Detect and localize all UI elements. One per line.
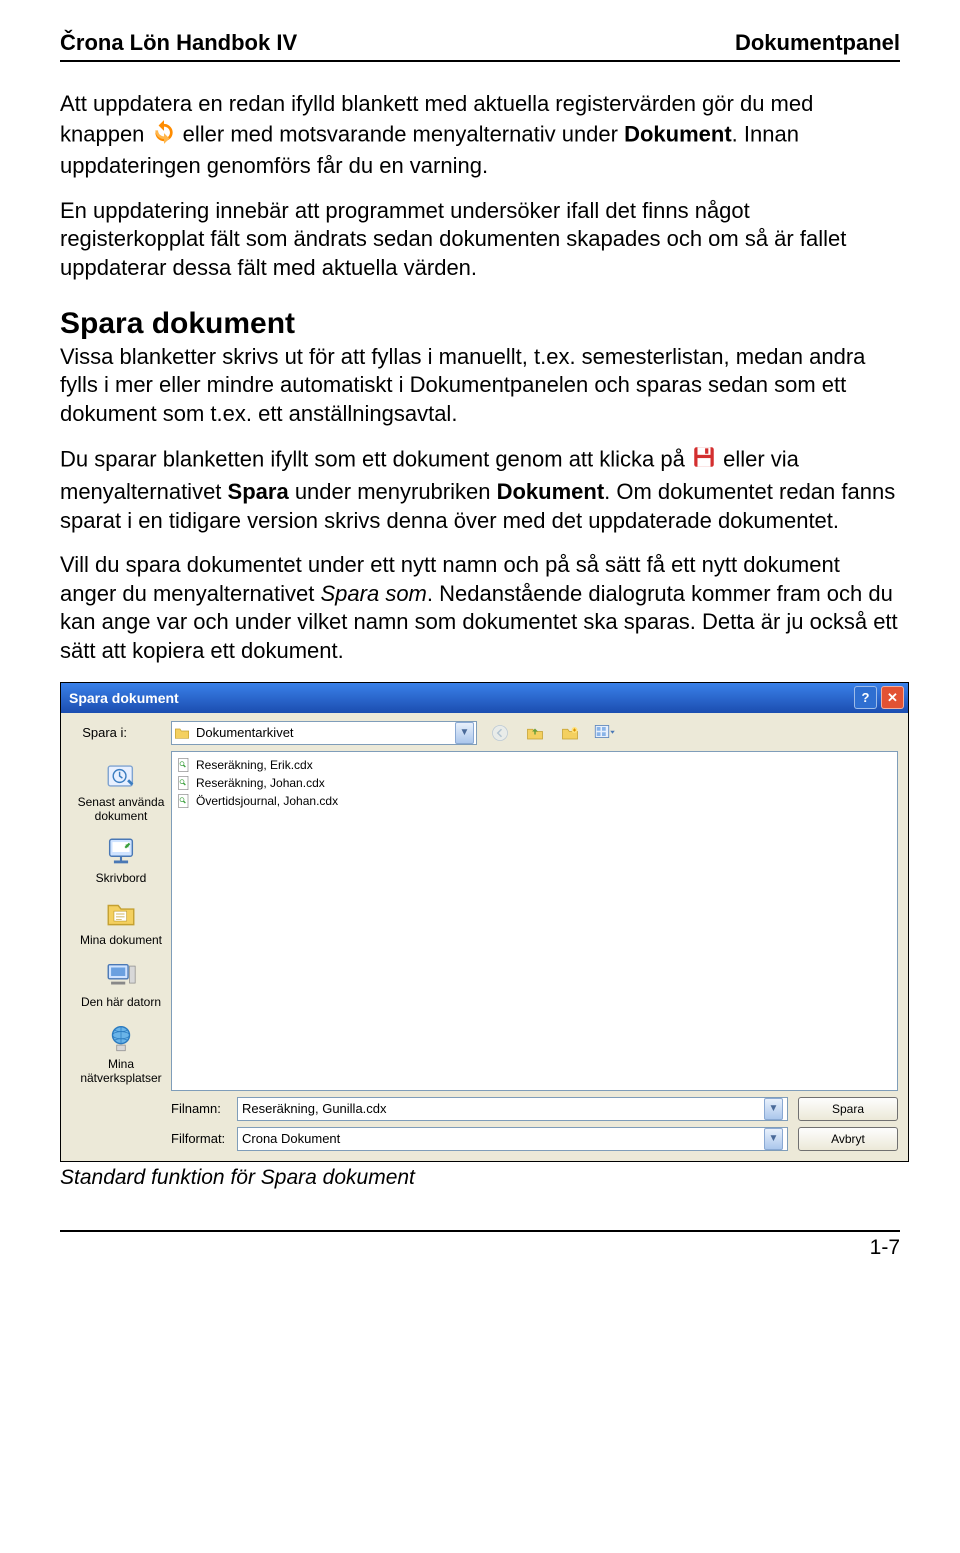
chevron-down-icon[interactable]: ▼ <box>764 1128 783 1150</box>
page-number: 1-7 <box>870 1236 900 1260</box>
dialog-title: Spara dokument <box>69 690 179 706</box>
folder-icon <box>174 725 190 741</box>
refresh-icon <box>151 119 177 153</box>
format-dropdown[interactable]: Crona Dokument ▼ <box>237 1127 788 1151</box>
back-button[interactable] <box>487 721 512 745</box>
chevron-down-icon[interactable]: ▼ <box>455 722 474 744</box>
page-footer: 1-7 <box>60 1230 900 1260</box>
save-icon <box>691 444 717 478</box>
sidebar-label: Mina nätverksplatser <box>71 1057 171 1085</box>
sidebar-item-computer[interactable]: Den här datorn <box>71 957 171 1015</box>
filename-input[interactable]: Reseräkning, Gunilla.cdx ▼ <box>237 1097 788 1121</box>
format-value: Crona Dokument <box>242 1131 764 1146</box>
sidebar-label: Mina dokument <box>80 933 162 947</box>
sidebar-label: Den här datorn <box>81 995 161 1009</box>
sidebar-label: Skrivbord <box>96 871 147 885</box>
paragraph-3: Vissa blanketter skrivs ut för att fylla… <box>60 343 900 429</box>
save-button[interactable]: Spara <box>798 1097 898 1121</box>
sidebar-item-network[interactable]: Mina nätverksplatser <box>71 1019 171 1091</box>
sidebar-item-recent[interactable]: Senast använda dokument <box>71 757 171 829</box>
sidebar-label: Senast använda dokument <box>71 795 171 823</box>
filename-label: Filnamn: <box>171 1101 231 1116</box>
file-list[interactable]: Reseräkning, Erik.cdx Reseräkning, Johan… <box>171 751 898 1091</box>
savein-value: Dokumentarkivet <box>196 725 455 740</box>
heading-spara-dokument: Spara dokument <box>60 307 900 341</box>
figure-caption: Standard funktion för Spara dokument <box>60 1166 900 1190</box>
new-folder-button[interactable] <box>557 721 582 745</box>
places-sidebar: Senast använda dokument Skrivbord Mina d… <box>71 751 171 1151</box>
header-left: Črona Lön Handbok IV <box>60 30 297 56</box>
header-right: Dokumentpanel <box>735 30 900 56</box>
file-name: Reseräkning, Erik.cdx <box>196 758 313 772</box>
file-item[interactable]: Reseräkning, Erik.cdx <box>176 756 893 774</box>
paragraph-1: Att uppdatera en redan ifylld blankett m… <box>60 90 900 181</box>
sidebar-item-desktop[interactable]: Skrivbord <box>71 833 171 891</box>
file-name: Reseräkning, Johan.cdx <box>196 776 325 790</box>
close-button[interactable]: ✕ <box>881 686 904 709</box>
file-name: Övertidsjournal, Johan.cdx <box>196 794 338 808</box>
up-folder-button[interactable] <box>522 721 547 745</box>
file-item[interactable]: Övertidsjournal, Johan.cdx <box>176 792 893 810</box>
paragraph-4: Du sparar blanketten ifyllt som ett doku… <box>60 444 900 535</box>
filename-value: Reseräkning, Gunilla.cdx <box>242 1101 764 1116</box>
savein-dropdown[interactable]: Dokumentarkivet ▼ <box>171 721 477 745</box>
dialog-titlebar: Spara dokument ? ✕ <box>61 683 908 713</box>
help-button[interactable]: ? <box>854 686 877 709</box>
paragraph-5: Vill du spara dokumentet under ett nytt … <box>60 551 900 665</box>
cancel-button[interactable]: Avbryt <box>798 1127 898 1151</box>
file-item[interactable]: Reseräkning, Johan.cdx <box>176 774 893 792</box>
page-header: Črona Lön Handbok IV Dokumentpanel <box>60 30 900 62</box>
save-dialog: Spara dokument ? ✕ Spara i: Dokumentarki… <box>60 682 909 1162</box>
view-menu-button[interactable] <box>592 721 617 745</box>
sidebar-item-documents[interactable]: Mina dokument <box>71 895 171 953</box>
format-label: Filformat: <box>171 1131 231 1146</box>
chevron-down-icon[interactable]: ▼ <box>764 1098 783 1120</box>
savein-label: Spara i: <box>71 725 127 740</box>
paragraph-2: En uppdatering innebär att programmet un… <box>60 197 900 283</box>
